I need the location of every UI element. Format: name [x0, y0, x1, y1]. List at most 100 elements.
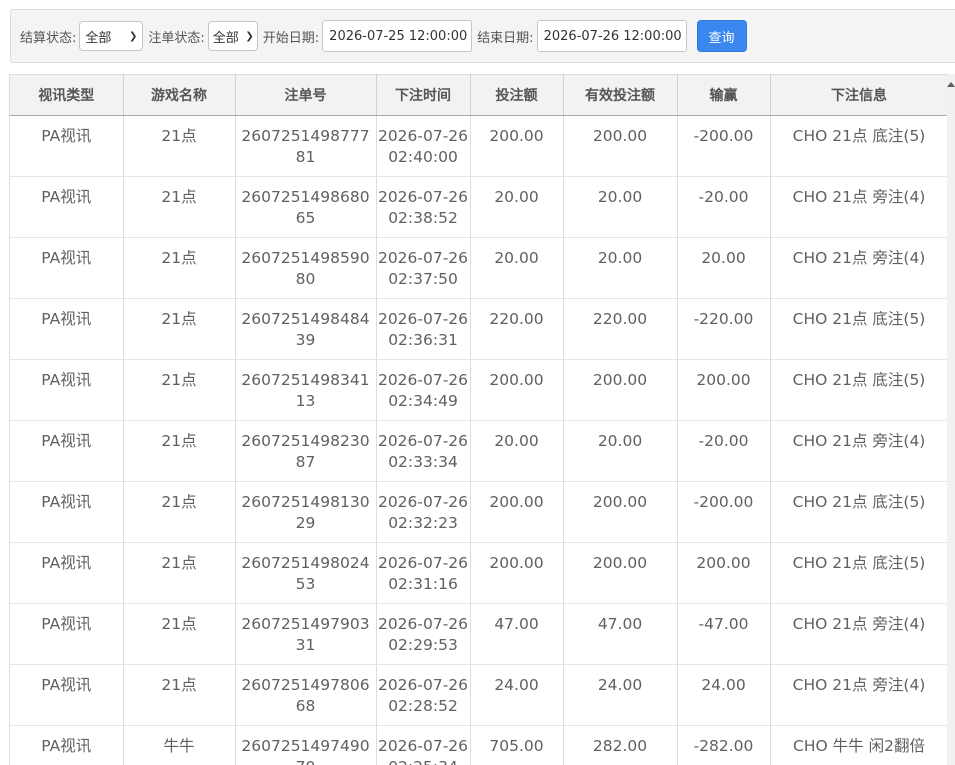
end-date-input[interactable]: 2026-07-26 12:00:00 [536, 20, 687, 52]
table-row: PA视讯 21点 260725149868065 2026-07-26 02:38:5… [10, 176, 948, 238]
table-row: PA视讯 21点 260725149780668 2026-07-26 02:28:5… [10, 664, 948, 726]
table-row: PA视讯 21点 260725149802453 2026-07-26 02:31:1… [10, 542, 948, 604]
bet-info-cell: CHO 牛牛 闲2翻倍 [770, 725, 948, 765]
bet-info-cell: CHO 21点 旁注(4) [770, 664, 948, 726]
col-header-valid-bet: 有效投注额 [563, 74, 678, 116]
video-type-cell: PA视讯 [10, 603, 124, 665]
bet-amount-cell: 20.00 [470, 420, 564, 482]
video-type-cell: PA视讯 [10, 664, 124, 726]
game-name-cell: 21点 [123, 542, 236, 604]
win-loss-cell: 20.00 [677, 237, 771, 299]
video-type-cell: PA视讯 [10, 237, 124, 299]
bet-info-cell: CHO 21点 底注(5) [770, 542, 948, 604]
game-name-cell: 21点 [123, 298, 236, 360]
col-header-bet-amount: 投注额 [470, 74, 564, 116]
game-name-cell: 21点 [123, 115, 236, 177]
bet-time-cell: 2026-07-26 02:25:34 [376, 725, 471, 765]
game-name-cell: 牛牛 [123, 725, 236, 765]
filter-bar: 结算状态: 全部 ❯ 注单状态: 全部 ❯ 开始日期: 2026-07-25 1… [10, 9, 955, 63]
table-header-row: 视讯类型 游戏名称 注单号 下注时间 投注额 有效投注额 输赢 下注信息 [10, 74, 948, 116]
win-loss-cell: 200.00 [677, 542, 771, 604]
valid-bet-cell: 220.00 [563, 298, 678, 360]
bet-status-value: 全部 [212, 30, 239, 46]
bet-time-cell: 2026-07-26 02:38:52 [376, 176, 471, 238]
win-loss-cell: -282.00 [677, 725, 771, 765]
bet-amount-cell: 220.00 [470, 298, 564, 360]
game-name-cell: 21点 [123, 237, 236, 299]
bet-number-cell: 260725149868065 [235, 176, 377, 238]
col-header-bet-info: 下注信息 [770, 74, 948, 116]
win-loss-cell: -200.00 [677, 115, 771, 177]
valid-bet-cell: 200.00 [563, 115, 678, 177]
game-name-cell: 21点 [123, 603, 236, 665]
bet-records-table: 视讯类型 游戏名称 注单号 下注时间 投注额 有效投注额 输赢 下注信息 PA视讯 21点 260… [9, 74, 948, 765]
bet-time-cell: 2026-07-26 02:37:50 [376, 237, 471, 299]
bet-amount-cell: 200.00 [470, 481, 564, 543]
valid-bet-cell: 20.00 [563, 237, 678, 299]
settle-status-label: 结算状态: [20, 30, 77, 46]
arrow-up-icon[interactable] [947, 82, 955, 87]
table-row: PA视讯 21点 260725149848439 2026-07-26 02:36:3… [10, 298, 948, 360]
settle-status-value: 全部 [85, 30, 112, 46]
bet-amount-cell: 705.00 [470, 725, 564, 765]
col-header-video-type: 视讯类型 [10, 74, 124, 116]
bet-status-select[interactable]: 全部 ❯ [207, 21, 258, 51]
bet-info-cell: CHO 21点 旁注(4) [770, 420, 948, 482]
game-name-cell: 21点 [123, 420, 236, 482]
win-loss-cell: 200.00 [677, 359, 771, 421]
bet-amount-cell: 200.00 [470, 359, 564, 421]
col-header-bet-time: 下注时间 [376, 74, 471, 116]
bet-info-cell: CHO 21点 底注(5) [770, 359, 948, 421]
bet-time-cell: 2026-07-26 02:34:49 [376, 359, 471, 421]
bet-number-cell: 260725149859080 [235, 237, 377, 299]
bet-number-cell: 260725149790331 [235, 603, 377, 665]
valid-bet-cell: 24.00 [563, 664, 678, 726]
bet-amount-cell: 24.00 [470, 664, 564, 726]
table-row: PA视讯 21点 260725149834113 2026-07-26 02:34:4… [10, 359, 948, 421]
video-type-cell: PA视讯 [10, 481, 124, 543]
bet-time-cell: 2026-07-26 02:36:31 [376, 298, 471, 360]
start-date-label: 开始日期: [262, 30, 320, 46]
query-button[interactable]: 查询 [696, 20, 747, 52]
bet-time-cell: 2026-07-26 02:31:16 [376, 542, 471, 604]
table-row: PA视讯 21点 260725149790331 2026-07-26 02:29:5… [10, 603, 948, 665]
end-date-label: 结束日期: [477, 30, 534, 46]
valid-bet-cell: 47.00 [563, 603, 678, 665]
table-row: PA视讯 21点 260725149813029 2026-07-26 02:32:2… [10, 481, 948, 543]
valid-bet-cell: 200.00 [563, 359, 678, 421]
win-loss-cell: -47.00 [677, 603, 771, 665]
bet-amount-cell: 200.00 [470, 542, 564, 604]
col-header-game-name: 游戏名称 [123, 74, 236, 116]
bet-time-cell: 2026-07-26 02:28:52 [376, 664, 471, 726]
bet-number-cell: 260725149802453 [235, 542, 377, 604]
bet-info-cell: CHO 21点 底注(5) [770, 481, 948, 543]
win-loss-cell: -20.00 [677, 420, 771, 482]
chevron-down-icon: ❯ [129, 30, 138, 42]
valid-bet-cell: 200.00 [563, 481, 678, 543]
video-type-cell: PA视讯 [10, 115, 124, 177]
bet-number-cell: 260725149749070 [235, 725, 377, 765]
bet-number-cell: 260725149813029 [235, 481, 377, 543]
win-loss-cell: -200.00 [677, 481, 771, 543]
bet-amount-cell: 20.00 [470, 237, 564, 299]
start-date-input[interactable]: 2026-07-25 12:00:00 [322, 20, 473, 52]
bet-time-cell: 2026-07-26 02:40:00 [376, 115, 471, 177]
bet-number-cell: 260725149834113 [235, 359, 377, 421]
bet-number-cell: 260725149823087 [235, 420, 377, 482]
table-row: PA视讯 21点 260725149823087 2026-07-26 02:33:3… [10, 420, 948, 482]
chevron-down-icon: ❯ [245, 30, 254, 42]
settle-status-select[interactable]: 全部 ❯ [79, 21, 144, 51]
bet-amount-cell: 20.00 [470, 176, 564, 238]
game-name-cell: 21点 [123, 481, 236, 543]
valid-bet-cell: 20.00 [563, 420, 678, 482]
game-name-cell: 21点 [123, 664, 236, 726]
vertical-scrollbar[interactable] [947, 74, 955, 765]
video-type-cell: PA视讯 [10, 420, 124, 482]
table-row: PA视讯牛牛2607251497490702026-07-26 02:25:34… [10, 725, 948, 765]
bet-amount-cell: 200.00 [470, 115, 564, 177]
win-loss-cell: -20.00 [677, 176, 771, 238]
bet-info-cell: CHO 21点 旁注(4) [770, 237, 948, 299]
bet-info-cell: CHO 21点 旁注(4) [770, 603, 948, 665]
bet-info-cell: CHO 21点 旁注(4) [770, 176, 948, 238]
game-name-cell: 21点 [123, 359, 236, 421]
